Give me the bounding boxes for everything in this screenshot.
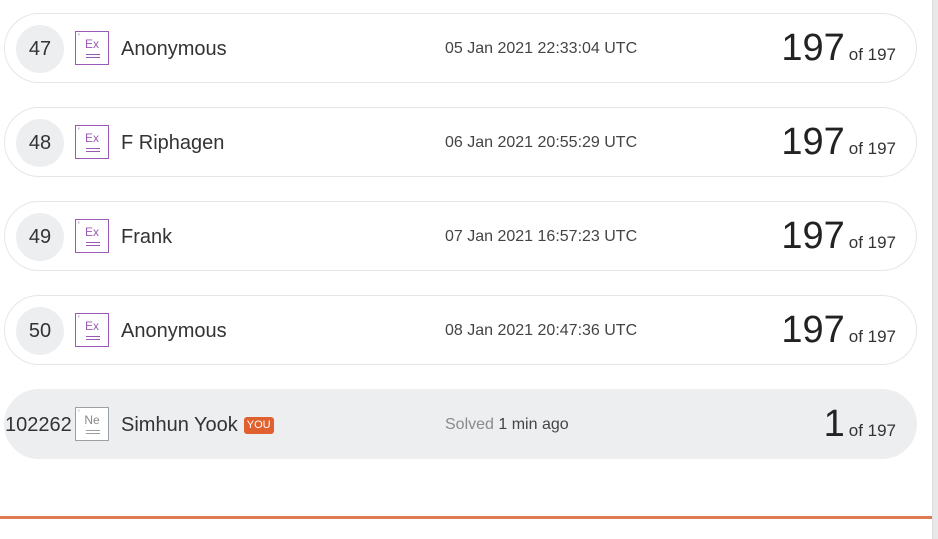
user-name: F Riphagen	[121, 132, 225, 154]
score-value: 197	[781, 121, 845, 163]
score-value: 197	[781, 215, 845, 257]
solve-status: Solved 1 min ago	[445, 416, 569, 434]
user-name: Anonymous	[121, 320, 227, 342]
ex-level-icon: ' Ex	[75, 31, 109, 65]
footer-divider	[0, 516, 932, 519]
solved-time: 1 min ago	[498, 416, 569, 433]
score-total: of 197	[848, 233, 896, 252]
current-user-row: 102262 ' Ne Simhun Yook YOU Solved 1 min a…	[4, 389, 917, 459]
user-name: Simhun Yook YOU	[121, 414, 274, 437]
score-value: 1	[823, 403, 845, 445]
ex-level-icon: ' Ex	[75, 219, 109, 253]
score: 197 of 197	[781, 214, 896, 258]
solve-date: 06 Jan 2021 20:55:29 UTC	[445, 134, 638, 151]
score: 197 of 197	[781, 120, 896, 164]
score-total: of 197	[848, 139, 896, 158]
page-scrollbar[interactable]	[932, 0, 938, 539]
user-name: Frank	[121, 226, 173, 248]
solve-date: 07 Jan 2021 16:57:23 UTC	[445, 228, 638, 245]
score-value: 197	[781, 27, 845, 69]
rank-badge: 49	[16, 213, 64, 261]
you-badge: YOU	[243, 417, 274, 434]
rank-badge: 102262	[5, 413, 72, 436]
ex-level-icon: ' Ex	[75, 313, 109, 347]
leaderboard-row: 49 ' Ex Frank 07 Jan 2021 16:57:23 UTC 19…	[4, 201, 917, 271]
user-name-text: Simhun Yook	[121, 414, 238, 436]
ne-level-icon: ' Ne	[75, 407, 109, 441]
leaderboard-row: 50 ' Ex Anonymous 08 Jan 2021 20:47:36 UT…	[4, 295, 917, 365]
leaderboard-row: 47 ' Ex Anonymous 05 Jan 2021 22:33:04 UT…	[4, 13, 917, 83]
score-total: of 197	[848, 327, 896, 346]
solve-date: 08 Jan 2021 20:47:36 UTC	[445, 322, 638, 339]
rank-badge: 47	[16, 25, 64, 73]
rank-badge: 50	[16, 307, 64, 355]
solved-label: Solved	[445, 416, 494, 433]
ex-level-icon: ' Ex	[75, 125, 109, 159]
score: 197 of 197	[781, 26, 896, 70]
rank-badge: 48	[16, 119, 64, 167]
score: 197 of 197	[781, 308, 896, 352]
leaderboard-row: 48 ' Ex F Riphagen 06 Jan 2021 20:55:29 U…	[4, 107, 917, 177]
score-value: 197	[781, 309, 845, 351]
score-total: of 197	[848, 421, 896, 440]
user-name: Anonymous	[121, 38, 227, 60]
score: 1 of 197	[824, 402, 896, 446]
solve-date: 05 Jan 2021 22:33:04 UTC	[445, 40, 638, 57]
score-total: of 197	[848, 45, 896, 64]
